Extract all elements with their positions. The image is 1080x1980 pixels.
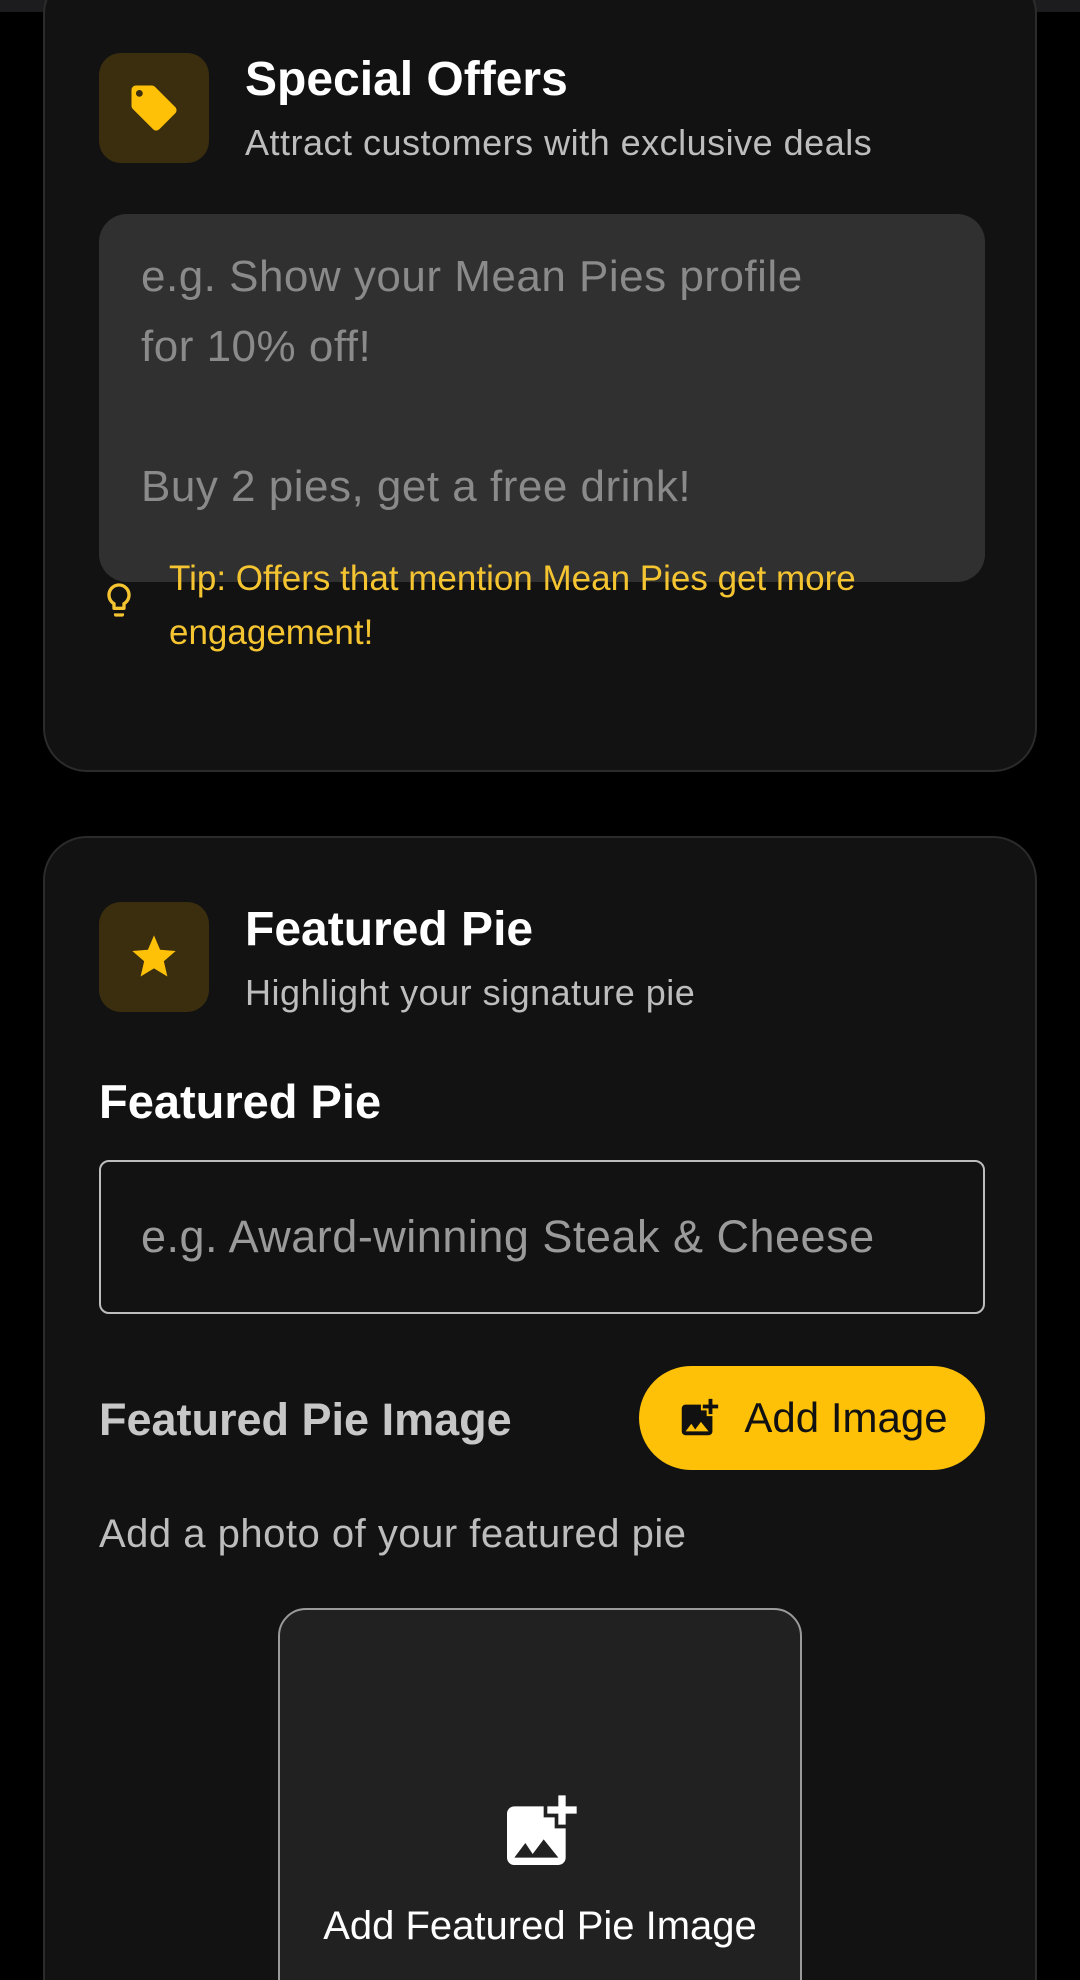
featured-title: Featured Pie [245, 903, 534, 956]
featured-pie-input[interactable]: e.g. Award-winning Steak & Cheese [99, 1160, 985, 1314]
tag-icon [131, 85, 177, 131]
special-offers-textarea[interactable]: e.g. Show your Mean Pies profile for 10%… [99, 214, 985, 582]
offers-title: Special Offers [245, 53, 568, 106]
add-image-label: Add Image [744, 1394, 948, 1441]
offers-subtitle: Attract customers with exclusive deals [245, 122, 873, 163]
featured-image-help: Add a photo of your featured pie [99, 1512, 687, 1556]
offers-icon-tile [99, 53, 209, 163]
featured-icon-tile [99, 902, 209, 1012]
add-photo-icon-large [507, 1795, 577, 1865]
special-offers-card: Special Offers Attract customers with ex… [43, 0, 1037, 772]
tip-row: Tip: Offers that mention Mean Pies get m… [99, 552, 985, 660]
offers-placeholder: e.g. Show your Mean Pies profile for 10%… [141, 252, 803, 511]
featured-image-dropzone[interactable]: Add Featured Pie Image [278, 1608, 802, 1980]
tip-text: Tip: Offers that mention Mean Pies get m… [169, 559, 856, 652]
featured-pie-image-label: Featured Pie Image [99, 1394, 512, 1445]
featured-subtitle: Highlight your signature pie [245, 972, 696, 1013]
featured-pie-field-label: Featured Pie [99, 1075, 382, 1128]
lightbulb-icon [107, 583, 131, 617]
featured-pie-placeholder: e.g. Award-winning Steak & Cheese [141, 1211, 875, 1262]
featured-pie-card: Featured Pie Highlight your signature pi… [43, 836, 1037, 1980]
image-dropzone-label: Add Featured Pie Image [323, 1904, 757, 1948]
add-photo-icon [682, 1398, 719, 1436]
star-icon [132, 935, 176, 977]
add-image-button[interactable]: Add Image [639, 1366, 985, 1470]
